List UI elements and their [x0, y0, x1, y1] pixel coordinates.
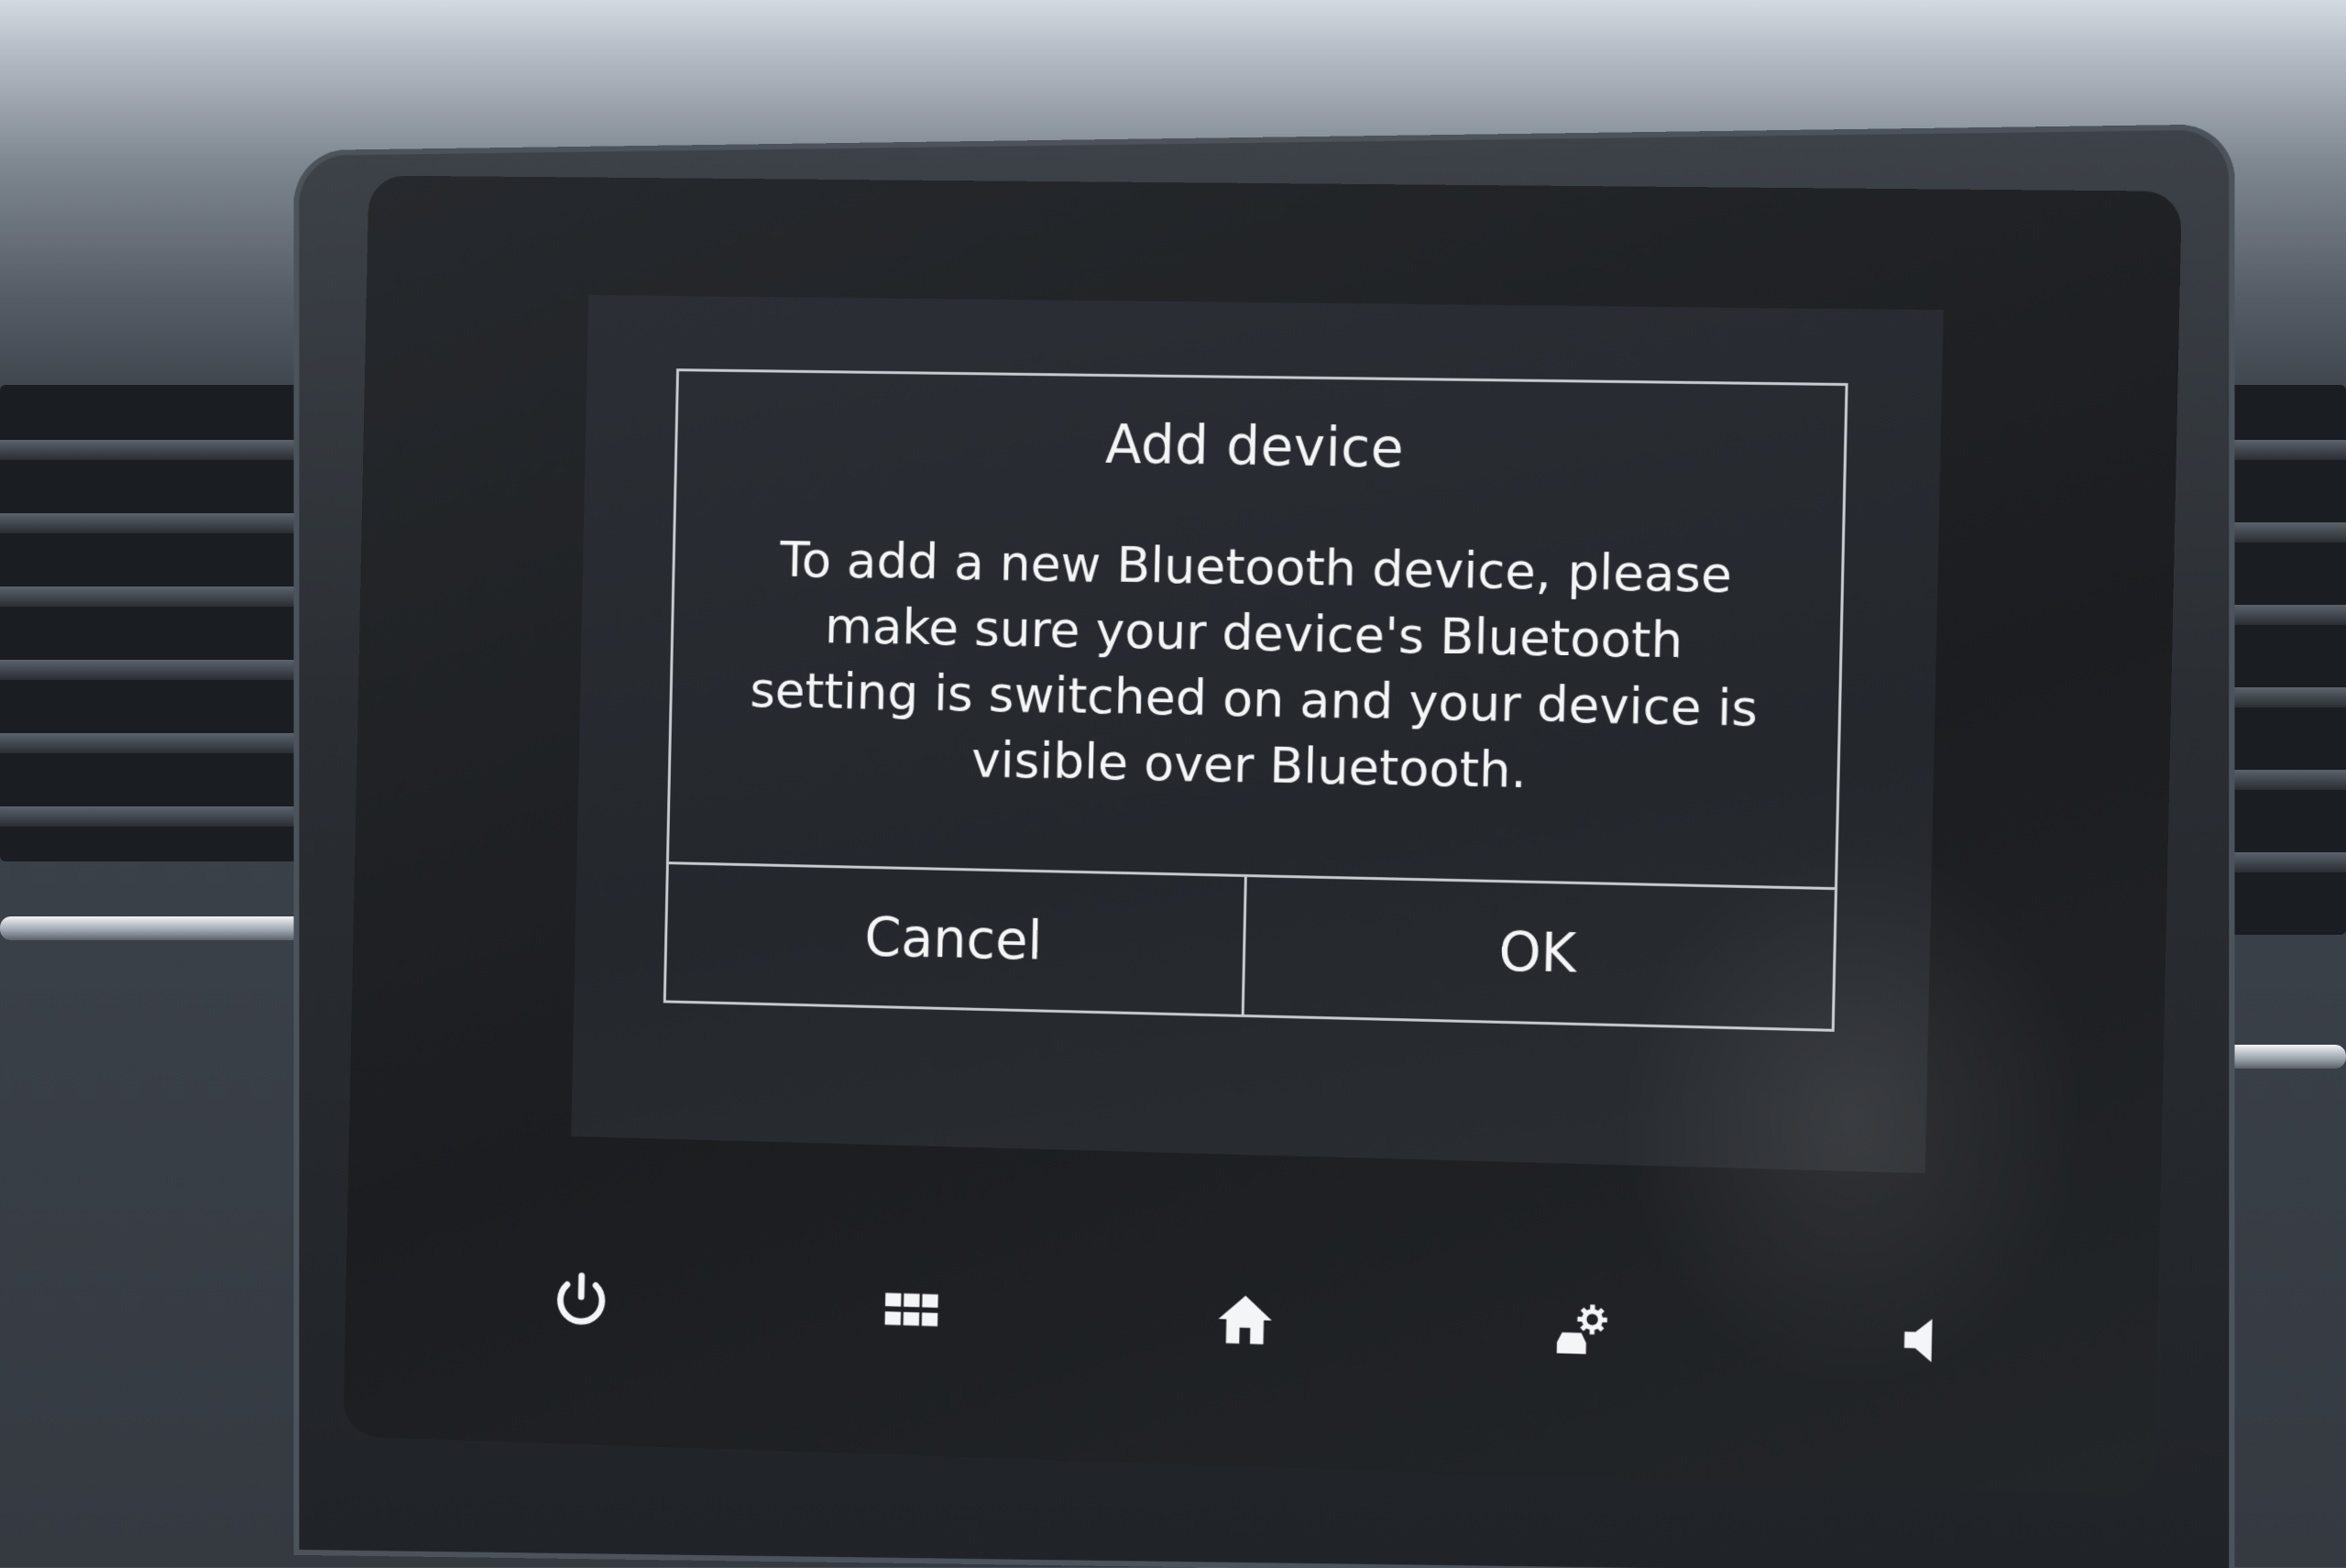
home-icon[interactable] [1194, 1267, 1297, 1371]
cancel-button[interactable]: Cancel [666, 864, 1244, 1014]
add-device-dialog: Add device To add a new Bluetooth device… [663, 368, 1848, 1032]
display-area: Add device To add a new Bluetooth device… [571, 295, 1943, 1173]
power-icon[interactable] [532, 1248, 631, 1351]
bottom-nav-bar [477, 1215, 2036, 1428]
dialog-button-row: Cancel OK [666, 861, 1835, 1029]
dialog-title: Add device [677, 408, 1845, 487]
ok-button[interactable]: OK [1241, 877, 1835, 1029]
app-grid-icon[interactable] [861, 1258, 962, 1362]
vehicle-settings-icon[interactable] [1531, 1277, 1636, 1382]
volume-icon[interactable] [1874, 1288, 1979, 1393]
touchscreen: Add device To add a new Bluetooth device… [343, 175, 2182, 1497]
dialog-message: To add a new Bluetooth device, please ma… [742, 527, 1768, 809]
